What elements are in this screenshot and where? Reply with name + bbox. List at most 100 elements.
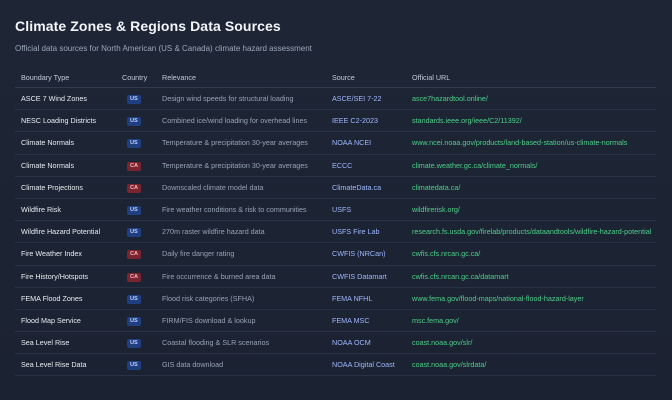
- official-url-link[interactable]: cwfis.cfs.nrcan.gc.ca/datamart: [412, 265, 656, 288]
- source-link[interactable]: CWFIS (NRCan): [332, 242, 412, 266]
- column-header-relevance: Relevance: [162, 68, 332, 88]
- cell-relevance: GIS data download: [162, 353, 332, 377]
- official-url-link[interactable]: climatedata.ca/: [412, 176, 656, 199]
- country-badge: US: [127, 228, 141, 238]
- table-row: Sea Level Rise Data US GIS data download NO…: [15, 353, 656, 377]
- country-badge: US: [127, 139, 141, 149]
- table-row: Fire History/Hotspots CA Fire occurrence &…: [15, 265, 656, 288]
- cell-boundary-type: Climate Normals: [15, 154, 122, 177]
- country-badge: CA: [127, 183, 142, 193]
- cell-country: CA: [122, 176, 162, 199]
- cell-country: US: [122, 353, 162, 377]
- official-url-link[interactable]: climate.weather.gc.ca/climate_normals/: [412, 154, 656, 177]
- source-link[interactable]: IEEE C2-2023: [332, 109, 412, 133]
- source-link[interactable]: FEMA NFHL: [332, 287, 412, 310]
- cell-country: US: [122, 198, 162, 222]
- country-badge: US: [127, 294, 141, 304]
- cell-country: US: [122, 331, 162, 355]
- cell-boundary-type: Fire Weather Index: [15, 242, 122, 266]
- column-header-source: Source: [332, 68, 412, 88]
- table-body: ASCE 7 Wind Zones US Design wind speeds fo…: [15, 87, 656, 377]
- table-row: ASCE 7 Wind Zones US Design wind speeds fo…: [15, 87, 656, 111]
- country-badge: CA: [127, 272, 142, 282]
- source-link[interactable]: NOAA Digital Coast: [332, 353, 412, 377]
- cell-relevance: Combined ice/wind loading for overhead l…: [162, 109, 332, 133]
- table-row: FEMA Flood Zones US Flood risk categories …: [15, 287, 656, 310]
- table-row: Wildfire Hazard Potential US 270m raster w…: [15, 220, 656, 244]
- country-badge: US: [127, 361, 141, 371]
- cell-country: US: [122, 309, 162, 333]
- cell-relevance: FIRM/FIS download & lookup: [162, 309, 332, 333]
- table-row: Climate Normals CA Temperature & precipita…: [15, 154, 656, 177]
- country-badge: CA: [127, 250, 142, 260]
- cell-country: US: [122, 131, 162, 155]
- column-header-country: Country: [122, 68, 162, 88]
- table-row: Sea Level Rise US Coastal flooding & SLR s…: [15, 331, 656, 355]
- cell-country: US: [122, 87, 162, 111]
- country-badge: CA: [127, 161, 142, 171]
- source-link[interactable]: ClimateData.ca: [332, 176, 412, 199]
- cell-relevance: 270m raster wildfire hazard data: [162, 220, 332, 244]
- official-url-link[interactable]: cwfis.cfs.nrcan.gc.ca/: [412, 242, 656, 266]
- cell-boundary-type: Wildfire Hazard Potential: [15, 220, 122, 244]
- official-url-link[interactable]: standards.ieee.org/ieee/C2/11392/: [412, 109, 656, 133]
- official-url-link[interactable]: msc.fema.gov/: [412, 309, 656, 333]
- source-link[interactable]: ECCC: [332, 154, 412, 177]
- cell-country: CA: [122, 265, 162, 288]
- official-url-link[interactable]: www.fema.gov/flood-maps/national-flood-h…: [412, 287, 656, 310]
- table-row: Climate Normals US Temperature & precipita…: [15, 131, 656, 155]
- country-badge: US: [127, 117, 141, 127]
- table-row: Fire Weather Index CA Daily fire danger ra…: [15, 242, 656, 266]
- cell-country: US: [122, 220, 162, 244]
- official-url-link[interactable]: asce7hazardtool.online/: [412, 87, 656, 111]
- table-row: Climate Projections CA Downscaled climate …: [15, 176, 656, 199]
- cell-country: US: [122, 109, 162, 133]
- source-link[interactable]: USFS Fire Lab: [332, 220, 412, 244]
- page-subtitle: Official data sources for North American…: [15, 44, 312, 53]
- official-url-link[interactable]: coast.noaa.gov/slrdata/: [412, 353, 656, 377]
- cell-boundary-type: NESC Loading Districts: [15, 109, 122, 133]
- source-link[interactable]: USFS: [332, 198, 412, 222]
- official-url-link[interactable]: research.fs.usda.gov/firelab/products/da…: [412, 220, 656, 244]
- cell-boundary-type: Sea Level Rise Data: [15, 353, 122, 377]
- cell-relevance: Design wind speeds for structural loadin…: [162, 87, 332, 111]
- country-badge: US: [127, 95, 141, 105]
- cell-boundary-type: Wildfire Risk: [15, 198, 122, 222]
- cell-boundary-type: Flood Map Service: [15, 309, 122, 333]
- country-badge: US: [127, 316, 141, 326]
- source-link[interactable]: CWFIS Datamart: [332, 265, 412, 288]
- cell-relevance: Fire weather conditions & risk to commun…: [162, 198, 332, 222]
- cell-boundary-type: FEMA Flood Zones: [15, 287, 122, 310]
- cell-relevance: Coastal flooding & SLR scenarios: [162, 331, 332, 355]
- source-link[interactable]: ASCE/SEI 7-22: [332, 87, 412, 111]
- source-link[interactable]: NOAA OCM: [332, 331, 412, 355]
- source-link[interactable]: NOAA NCEI: [332, 131, 412, 155]
- cell-country: US: [122, 287, 162, 310]
- data-sources-panel: Climate Zones & Regions Data Sources Off…: [0, 0, 672, 400]
- page-title: Climate Zones & Regions Data Sources: [15, 18, 281, 34]
- table-row: Wildfire Risk US Fire weather conditions &…: [15, 198, 656, 222]
- cell-boundary-type: Climate Normals: [15, 131, 122, 155]
- official-url-link[interactable]: coast.noaa.gov/slr/: [412, 331, 656, 355]
- cell-relevance: Downscaled climate model data: [162, 176, 332, 199]
- cell-boundary-type: Climate Projections: [15, 176, 122, 199]
- source-link[interactable]: FEMA MSC: [332, 309, 412, 333]
- column-header-official-url: Official URL: [412, 68, 656, 88]
- table-row: Flood Map Service US FIRM/FIS download & l…: [15, 309, 656, 333]
- cell-relevance: Fire occurrence & burned area data: [162, 265, 332, 288]
- cell-country: CA: [122, 154, 162, 177]
- cell-country: CA: [122, 242, 162, 266]
- official-url-link[interactable]: wildfirerisk.org/: [412, 198, 656, 222]
- cell-relevance: Temperature & precipitation 30-year aver…: [162, 131, 332, 155]
- table-row: NESC Loading Districts US Combined ice/win…: [15, 109, 656, 133]
- cell-relevance: Daily fire danger rating: [162, 242, 332, 266]
- table-header-row: Boundary Type Country Relevance Source O…: [15, 68, 656, 88]
- cell-boundary-type: Sea Level Rise: [15, 331, 122, 355]
- official-url-link[interactable]: www.ncei.noaa.gov/products/land-based-st…: [412, 131, 656, 155]
- cell-relevance: Temperature & precipitation 30-year aver…: [162, 154, 332, 177]
- column-header-boundary-type: Boundary Type: [15, 68, 122, 88]
- country-badge: US: [127, 339, 141, 349]
- country-badge: US: [127, 206, 141, 216]
- cell-relevance: Flood risk categories (SFHA): [162, 287, 332, 310]
- data-sources-table: Boundary Type Country Relevance Source O…: [15, 68, 656, 377]
